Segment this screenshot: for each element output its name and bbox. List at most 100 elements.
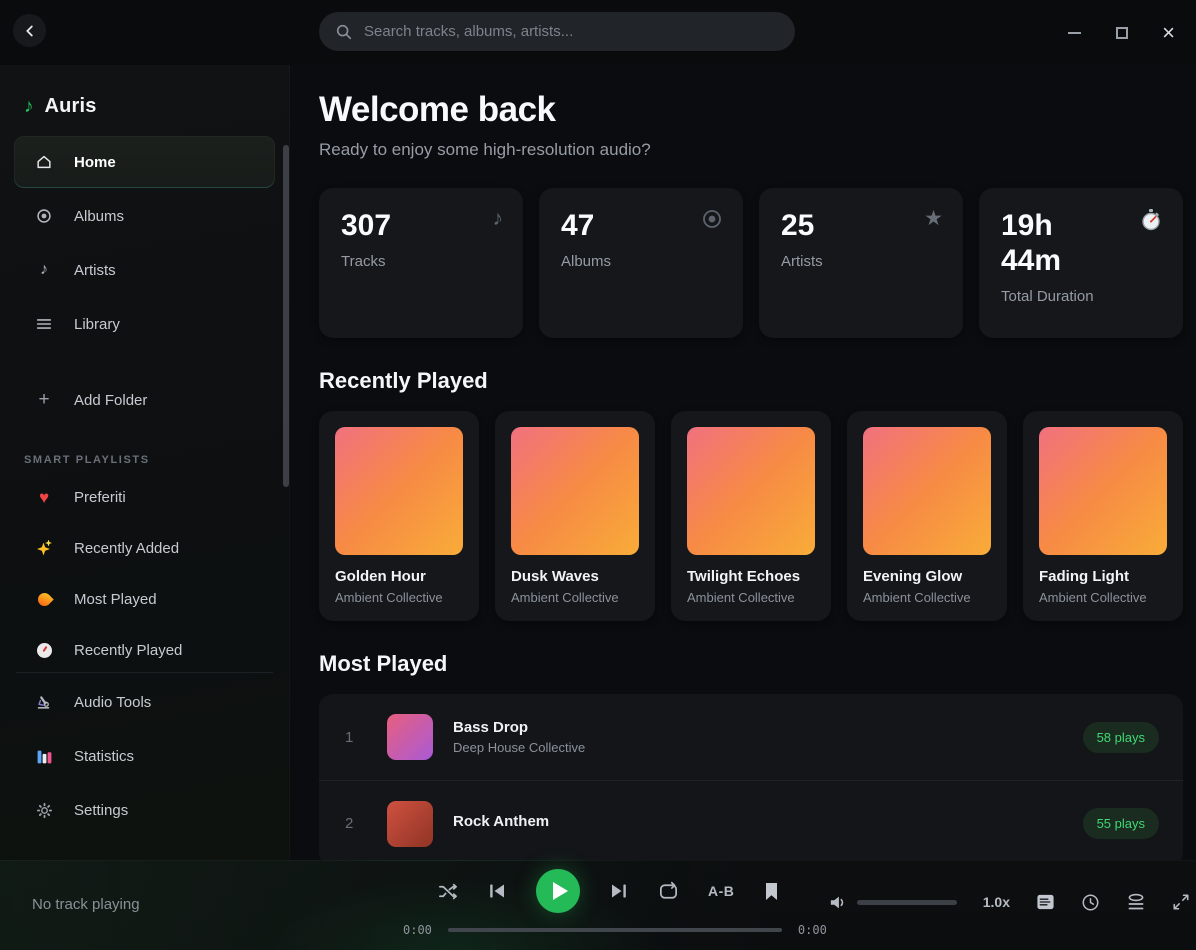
playback-controls: A-B — [437, 869, 780, 913]
stat-value: 307 — [341, 209, 437, 244]
album-card[interactable]: Fading Light Ambient Collective — [1023, 411, 1183, 621]
sidebar-item-label: Library — [74, 316, 120, 333]
expand-icon — [1172, 893, 1190, 911]
bookmark-button[interactable] — [763, 882, 780, 901]
bar-chart-icon — [34, 748, 54, 765]
search-bar[interactable] — [319, 12, 795, 51]
list-lines-icon — [34, 315, 54, 333]
album-artist: Ambient Collective — [335, 590, 463, 605]
queue-button[interactable] — [1126, 893, 1146, 912]
progress-bar[interactable] — [448, 928, 782, 932]
most-played-list: 1 Bass Drop Deep House Collective 58 pla… — [319, 694, 1183, 860]
sidebar-item-artists[interactable]: ♪ Artists — [14, 244, 275, 296]
minimize-button[interactable] — [1051, 13, 1098, 53]
track-rank: 1 — [345, 729, 373, 746]
bookmark-icon — [763, 882, 780, 901]
stopwatch-icon — [1139, 208, 1163, 236]
repeat-button[interactable] — [658, 881, 679, 902]
volume-control — [828, 893, 957, 912]
track-artist: Deep House Collective — [453, 740, 585, 755]
stat-card-albums: 47 Albums — [539, 188, 743, 338]
maximize-button[interactable] — [1098, 13, 1145, 53]
sidebar-item-label: Home — [74, 154, 116, 171]
search-input[interactable] — [364, 23, 779, 40]
track-row[interactable]: 2 Rock Anthem 55 plays — [319, 780, 1183, 860]
add-folder-label: Add Folder — [74, 392, 147, 409]
stat-label: Albums — [561, 253, 721, 270]
sleep-timer-button[interactable] — [1081, 893, 1100, 912]
page-title: Welcome back — [319, 90, 1183, 130]
next-button[interactable] — [609, 881, 629, 901]
sidebar-divider — [16, 672, 273, 673]
elapsed-time: 0:00 — [403, 923, 432, 937]
sidebar: ♪ Auris Home Albums ♪ Artists Library — [0, 65, 290, 860]
volume-icon[interactable] — [828, 893, 847, 912]
add-folder-button[interactable]: + Add Folder — [14, 374, 275, 426]
ab-loop-button[interactable]: A-B — [708, 883, 734, 899]
playlist-item-label: Recently Added — [74, 540, 179, 557]
sidebar-scrollbar[interactable] — [283, 145, 289, 487]
close-button[interactable]: × — [1145, 13, 1192, 53]
sidebar-item-audio-tools[interactable]: Audio Tools — [14, 676, 275, 728]
fullscreen-button[interactable] — [1172, 893, 1190, 911]
window-controls: × — [1051, 0, 1192, 65]
album-title: Evening Glow — [863, 568, 991, 585]
album-art — [511, 427, 639, 555]
album-card[interactable]: Dusk Waves Ambient Collective — [495, 411, 655, 621]
album-artist: Ambient Collective — [863, 590, 991, 605]
album-title: Dusk Waves — [511, 568, 639, 585]
title-bar: × — [0, 0, 1196, 65]
search-icon — [335, 23, 353, 41]
volume-slider[interactable] — [857, 900, 957, 905]
playlist-item-recently-played[interactable]: Recently Played — [14, 625, 275, 672]
page-subtitle: Ready to enjoy some high-resolution audi… — [319, 140, 1183, 160]
album-card[interactable]: Golden Hour Ambient Collective — [319, 411, 479, 621]
lyrics-button[interactable] — [1036, 893, 1055, 911]
sidebar-item-statistics[interactable]: Statistics — [14, 730, 275, 782]
shuffle-button[interactable] — [437, 881, 458, 902]
play-button[interactable] — [536, 869, 580, 913]
sidebar-item-library[interactable]: Library — [14, 298, 275, 350]
smart-playlists-heading: SMART PLAYLISTS — [24, 454, 289, 466]
playlist-item-preferiti[interactable]: ♥ Preferiti — [14, 472, 275, 523]
stat-value: 47 — [561, 209, 657, 244]
track-title: Bass Drop — [453, 719, 585, 736]
chevron-left-icon — [21, 22, 39, 40]
album-art — [863, 427, 991, 555]
home-icon — [34, 153, 54, 171]
back-button[interactable] — [13, 14, 46, 47]
stat-value: 19h 44m — [1001, 209, 1097, 279]
sidebar-item-settings[interactable]: Settings — [14, 784, 275, 836]
album-card[interactable]: Twilight Echoes Ambient Collective — [671, 411, 831, 621]
shuffle-icon — [437, 881, 458, 902]
sidebar-item-label: Albums — [74, 208, 124, 225]
playlist-item-most-played[interactable]: Most Played — [14, 574, 275, 625]
playlist-item-recently-added[interactable]: Recently Added — [14, 523, 275, 574]
track-row[interactable]: 1 Bass Drop Deep House Collective 58 pla… — [319, 694, 1183, 780]
stats-grid: 307 Tracks ♪ 47 Albums 25 Artists ★ 19h … — [319, 188, 1183, 338]
microscope-icon — [34, 693, 54, 711]
sidebar-scroll-area: ♪ Auris Home Albums ♪ Artists Library — [0, 65, 289, 672]
app-title: Auris — [45, 95, 97, 118]
previous-button[interactable] — [487, 881, 507, 901]
recently-played-row: Golden Hour Ambient Collective Dusk Wave… — [319, 411, 1183, 621]
album-title: Golden Hour — [335, 568, 463, 585]
clock-icon — [1081, 893, 1100, 912]
sidebar-tools-section: Audio Tools Statistics — [0, 674, 289, 838]
music-note-icon: ♪ — [493, 208, 504, 229]
plus-icon: + — [34, 389, 54, 411]
stat-label: Tracks — [341, 253, 501, 270]
sidebar-item-home[interactable]: Home — [14, 136, 275, 188]
music-note-icon: ♪ — [34, 261, 54, 279]
skip-next-icon — [609, 881, 629, 901]
track-rank: 2 — [345, 815, 373, 832]
playback-speed-button[interactable]: 1.0x — [983, 894, 1010, 910]
stat-card-tracks: 307 Tracks ♪ — [319, 188, 523, 338]
player-bar: No track playing — [0, 860, 1196, 950]
queue-icon — [1126, 893, 1146, 912]
total-time: 0:00 — [798, 923, 827, 937]
sidebar-item-label: Artists — [74, 262, 116, 279]
album-card[interactable]: Evening Glow Ambient Collective — [847, 411, 1007, 621]
album-title: Fading Light — [1039, 568, 1167, 585]
sidebar-item-albums[interactable]: Albums — [14, 190, 275, 242]
